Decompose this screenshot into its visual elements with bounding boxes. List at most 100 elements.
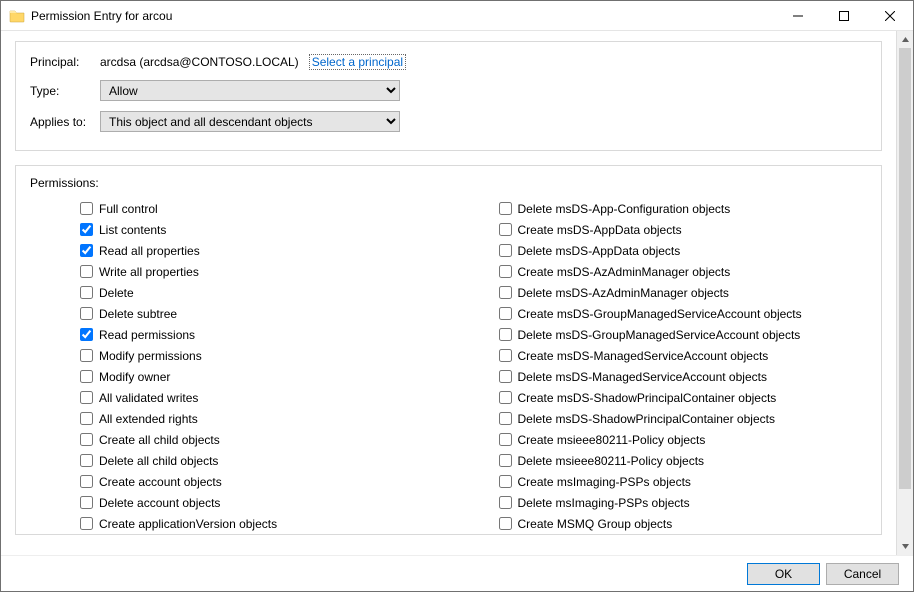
vertical-scrollbar[interactable] xyxy=(896,31,913,555)
permission-checkbox[interactable] xyxy=(80,265,93,278)
permission-item[interactable]: Delete account objects xyxy=(30,492,449,513)
permission-item[interactable]: Create msieee80211-Policy objects xyxy=(449,429,868,450)
ok-button[interactable]: OK xyxy=(747,563,820,585)
scroll-up-icon[interactable] xyxy=(897,31,913,48)
permission-checkbox[interactable] xyxy=(499,433,512,446)
permission-checkbox[interactable] xyxy=(80,517,93,530)
permission-label: All extended rights xyxy=(99,412,198,426)
dialog-footer: OK Cancel xyxy=(1,555,913,591)
permission-item[interactable]: Create msDS-ManagedServiceAccount object… xyxy=(449,345,868,366)
content-scroll-wrap: Principal: arcdsa (arcdsa@CONTOSO.LOCAL)… xyxy=(1,31,913,555)
cancel-button[interactable]: Cancel xyxy=(826,563,899,585)
select-principal-link[interactable]: Select a principal xyxy=(309,54,406,70)
permission-item[interactable]: Create msDS-ShadowPrincipalContainer obj… xyxy=(449,387,868,408)
permission-checkbox[interactable] xyxy=(80,223,93,236)
permission-item[interactable]: Modify permissions xyxy=(30,345,449,366)
type-select[interactable]: AllowDeny xyxy=(100,80,400,101)
permission-item[interactable]: Delete all child objects xyxy=(30,450,449,471)
permission-item[interactable]: Delete msDS-GroupManagedServiceAccount o… xyxy=(449,324,868,345)
permission-checkbox[interactable] xyxy=(80,286,93,299)
applies-to-select[interactable]: This object and all descendant objects xyxy=(100,111,400,132)
principal-row: Principal: arcdsa (arcdsa@CONTOSO.LOCAL)… xyxy=(30,54,867,70)
permission-item[interactable]: Read all properties xyxy=(30,240,449,261)
permission-item[interactable]: Create MSMQ Group objects xyxy=(449,513,868,534)
permission-checkbox[interactable] xyxy=(80,349,93,362)
permission-item[interactable]: Create msDS-GroupManagedServiceAccount o… xyxy=(449,303,868,324)
permission-checkbox[interactable] xyxy=(499,391,512,404)
maximize-button[interactable] xyxy=(821,1,867,30)
permission-checkbox[interactable] xyxy=(80,307,93,320)
permission-checkbox[interactable] xyxy=(499,475,512,488)
permission-checkbox[interactable] xyxy=(80,328,93,341)
permission-item[interactable]: Delete msieee80211-Policy objects xyxy=(449,450,868,471)
permission-label: Delete msieee80211-Policy objects xyxy=(518,454,705,468)
folder-icon xyxy=(9,8,25,24)
permission-item[interactable]: Create all child objects xyxy=(30,429,449,450)
content-area: Principal: arcdsa (arcdsa@CONTOSO.LOCAL)… xyxy=(1,31,896,555)
permission-checkbox[interactable] xyxy=(80,412,93,425)
principal-value: arcdsa (arcdsa@CONTOSO.LOCAL) xyxy=(100,55,299,69)
permission-checkbox[interactable] xyxy=(499,328,512,341)
permission-item[interactable]: All extended rights xyxy=(30,408,449,429)
permission-item[interactable]: All validated writes xyxy=(30,387,449,408)
permission-label: Delete msDS-AzAdminManager objects xyxy=(518,286,729,300)
permission-item[interactable]: Delete msDS-App-Configuration objects xyxy=(449,198,868,219)
permission-checkbox[interactable] xyxy=(499,286,512,299)
permission-checkbox[interactable] xyxy=(499,307,512,320)
permission-checkbox[interactable] xyxy=(80,391,93,404)
permission-item[interactable]: Create account objects xyxy=(30,471,449,492)
permission-item[interactable]: List contents xyxy=(30,219,449,240)
scroll-thumb[interactable] xyxy=(899,48,911,489)
permission-checkbox[interactable] xyxy=(499,370,512,383)
permission-checkbox[interactable] xyxy=(80,496,93,509)
type-row: Type: AllowDeny xyxy=(30,80,867,101)
close-button[interactable] xyxy=(867,1,913,30)
permission-label: Create MSMQ Group objects xyxy=(518,517,673,531)
scroll-down-icon[interactable] xyxy=(897,538,913,555)
permission-item[interactable]: Delete xyxy=(30,282,449,303)
permissions-column-right: Delete msDS-App-Configuration objects Cre… xyxy=(449,198,868,534)
permission-checkbox[interactable] xyxy=(499,412,512,425)
permission-checkbox[interactable] xyxy=(499,517,512,530)
permission-checkbox[interactable] xyxy=(499,202,512,215)
minimize-button[interactable] xyxy=(775,1,821,30)
permission-label: Delete msImaging-PSPs objects xyxy=(518,496,690,510)
permission-checkbox[interactable] xyxy=(499,349,512,362)
permission-item[interactable]: Create msImaging-PSPs objects xyxy=(449,471,868,492)
permission-label: Delete all child objects xyxy=(99,454,218,468)
permissions-column-left: Full control List contents Read all proper… xyxy=(30,198,449,534)
permission-item[interactable]: Full control xyxy=(30,198,449,219)
scroll-track[interactable] xyxy=(897,48,913,538)
permission-label: Create msieee80211-Policy objects xyxy=(518,433,706,447)
permission-checkbox[interactable] xyxy=(499,496,512,509)
permission-checkbox[interactable] xyxy=(80,433,93,446)
permission-checkbox[interactable] xyxy=(499,265,512,278)
permission-item[interactable]: Delete msImaging-PSPs objects xyxy=(449,492,868,513)
permissions-label: Permissions: xyxy=(30,176,867,190)
permission-item[interactable]: Write all properties xyxy=(30,261,449,282)
permission-label: Delete msDS-App-Configuration objects xyxy=(518,202,731,216)
permission-item[interactable]: Delete msDS-AppData objects xyxy=(449,240,868,261)
permission-checkbox[interactable] xyxy=(80,370,93,383)
permission-item[interactable]: Delete msDS-AzAdminManager objects xyxy=(449,282,868,303)
permission-checkbox[interactable] xyxy=(80,244,93,257)
permission-checkbox[interactable] xyxy=(499,244,512,257)
permission-item[interactable]: Delete subtree xyxy=(30,303,449,324)
permission-checkbox[interactable] xyxy=(80,475,93,488)
permission-label: List contents xyxy=(99,223,166,237)
permission-label: Create msDS-ManagedServiceAccount object… xyxy=(518,349,769,363)
permission-item[interactable]: Create applicationVersion objects xyxy=(30,513,449,534)
permission-item[interactable]: Delete msDS-ShadowPrincipalContainer obj… xyxy=(449,408,868,429)
permission-item[interactable]: Create msDS-AzAdminManager objects xyxy=(449,261,868,282)
permission-item[interactable]: Read permissions xyxy=(30,324,449,345)
permission-checkbox[interactable] xyxy=(80,202,93,215)
permission-label: All validated writes xyxy=(99,391,198,405)
permission-item[interactable]: Modify owner xyxy=(30,366,449,387)
permission-item[interactable]: Delete msDS-ManagedServiceAccount object… xyxy=(449,366,868,387)
permission-label: Create msDS-ShadowPrincipalContainer obj… xyxy=(518,391,777,405)
permission-label: Delete msDS-AppData objects xyxy=(518,244,681,258)
permission-checkbox[interactable] xyxy=(80,454,93,467)
permission-checkbox[interactable] xyxy=(499,454,512,467)
permission-checkbox[interactable] xyxy=(499,223,512,236)
permission-item[interactable]: Create msDS-AppData objects xyxy=(449,219,868,240)
